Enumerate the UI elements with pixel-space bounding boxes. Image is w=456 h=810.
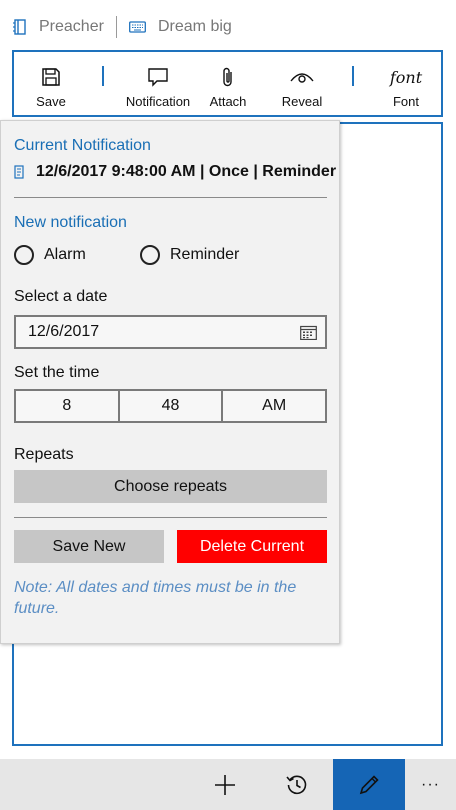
delete-current-button[interactable]: Delete Current <box>177 530 327 563</box>
font-button[interactable]: font Font <box>376 52 436 115</box>
current-notification-header: Current Notification <box>14 137 151 154</box>
notification-button[interactable]: Notification <box>118 52 198 115</box>
pencil-icon <box>358 774 380 796</box>
date-label: Select a date <box>14 288 108 305</box>
keyboard-icon <box>129 21 146 33</box>
plus-icon <box>214 774 236 796</box>
more-button[interactable]: ··· <box>405 759 456 810</box>
save-new-button[interactable]: Save New <box>14 530 164 563</box>
choose-repeats-button[interactable]: Choose repeats <box>14 470 327 503</box>
paperclip-icon <box>221 65 235 89</box>
attach-button[interactable]: Attach <box>200 52 256 115</box>
repeats-label: Repeats <box>14 446 74 463</box>
notebook-icon <box>13 19 27 35</box>
time-minute[interactable]: 48 <box>120 391 224 421</box>
breadcrumb-divider <box>116 16 117 38</box>
radio-circle <box>140 245 160 265</box>
history-button[interactable] <box>261 759 333 810</box>
calendar-icon <box>300 325 317 340</box>
breadcrumb-item-page[interactable]: Dream big <box>129 18 232 36</box>
notification-icon <box>147 65 169 89</box>
time-picker: 8 48 AM <box>14 389 327 423</box>
time-hour[interactable]: 8 <box>16 391 120 421</box>
current-notification: 12/6/2017 9:48:00 AM | Once | Reminder <box>14 163 336 181</box>
save-button[interactable]: Save <box>20 52 82 115</box>
note-text: Note: All dates and times must be in the… <box>14 579 297 617</box>
reminder-icon <box>14 165 24 179</box>
add-button[interactable] <box>189 759 261 810</box>
current-notification-value: 12/6/2017 9:48:00 AM | Once | Reminder <box>36 163 337 180</box>
divider <box>14 517 327 518</box>
radio-reminder[interactable]: Reminder <box>140 245 239 265</box>
toolbar: Save Notification Attach Reveal font Fon… <box>12 50 443 117</box>
breadcrumb-label: Preacher <box>39 18 104 35</box>
time-label: Set the time <box>14 364 100 381</box>
edit-button[interactable] <box>333 759 405 810</box>
toolbar-divider <box>352 66 354 86</box>
eye-icon <box>290 65 314 89</box>
breadcrumb-item-notebook[interactable]: Preacher <box>13 18 104 36</box>
save-icon <box>41 65 61 89</box>
time-period[interactable]: AM <box>223 391 325 421</box>
date-picker[interactable]: 12/6/2017 <box>14 315 327 349</box>
history-icon <box>286 774 308 796</box>
font-icon: font <box>389 67 423 87</box>
radio-alarm[interactable]: Alarm <box>14 245 86 265</box>
reveal-button[interactable]: Reveal <box>272 52 332 115</box>
breadcrumb: Preacher Dream big <box>0 0 456 52</box>
radio-circle <box>14 245 34 265</box>
app-bar: ··· <box>0 759 456 810</box>
divider <box>14 197 327 198</box>
notification-flyout: Current Notification 12/6/2017 9:48:00 A… <box>0 120 340 644</box>
toolbar-divider <box>102 66 104 86</box>
new-notification-header: New notification <box>14 214 127 231</box>
breadcrumb-label: Dream big <box>158 18 232 35</box>
date-value: 12/6/2017 <box>28 323 100 340</box>
